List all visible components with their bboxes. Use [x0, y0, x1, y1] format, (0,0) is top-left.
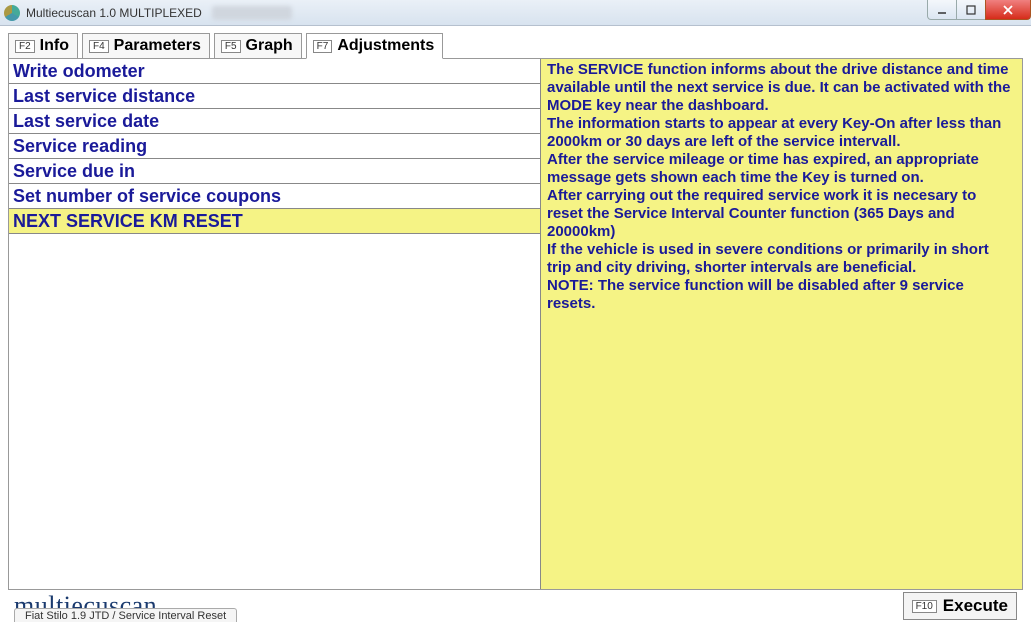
app-window: Multiecuscan 1.0 MULTIPLEXED F2 Info F4 Par… [0, 0, 1031, 624]
adjustment-item[interactable]: Service reading [9, 134, 540, 159]
description-line: After carrying out the required service … [547, 187, 1016, 241]
app-icon [4, 5, 20, 21]
status-tab[interactable]: Fiat Stilo 1.9 JTD / Service Interval Re… [14, 608, 237, 622]
tab-label: Adjustments [337, 37, 434, 55]
adjustments-list[interactable]: Write odometerLast service distanceLast … [9, 59, 540, 589]
description-line: If the vehicle is used in severe conditi… [547, 241, 1016, 277]
titlebar[interactable]: Multiecuscan 1.0 MULTIPLEXED [0, 0, 1031, 26]
adjustment-item[interactable]: Write odometer [9, 59, 540, 84]
tab-label: Parameters [114, 37, 201, 55]
window-controls [928, 0, 1031, 20]
adjustment-item[interactable]: Service due in [9, 159, 540, 184]
execute-fkey: F10 [912, 600, 937, 613]
description-line: The information starts to appear at ever… [547, 115, 1016, 151]
fkey-badge: F5 [221, 40, 241, 53]
tab-label: Info [40, 37, 69, 55]
status-bar: Fiat Stilo 1.9 JTD / Service Interval Re… [14, 606, 237, 624]
fkey-badge: F4 [89, 40, 109, 53]
maximize-button[interactable] [956, 0, 986, 20]
maximize-icon [965, 4, 977, 16]
minimize-icon [936, 4, 948, 16]
tab-info[interactable]: F2 Info [8, 33, 78, 59]
adjustment-item[interactable]: Last service distance [9, 84, 540, 109]
adjustment-item[interactable]: Last service date [9, 109, 540, 134]
tab-adjustments[interactable]: F7 Adjustments [306, 33, 444, 59]
execute-label: Execute [943, 596, 1008, 616]
fkey-badge: F2 [15, 40, 35, 53]
tab-graph[interactable]: F5 Graph [214, 33, 302, 59]
main-content: Write odometerLast service distanceLast … [8, 58, 1023, 590]
adjustment-item[interactable]: NEXT SERVICE KM RESET [9, 209, 540, 234]
client-area: F2 Info F4 Parameters F5 Graph F7 Adjustments W… [0, 26, 1031, 624]
tab-strip: F2 Info F4 Parameters F5 Graph F7 Adjustments [8, 32, 1023, 58]
minimize-button[interactable] [927, 0, 957, 20]
execute-button[interactable]: F10 Execute [903, 592, 1017, 620]
description-line: The SERVICE function informs about the d… [547, 61, 1016, 115]
window-title: Multiecuscan 1.0 MULTIPLEXED [26, 6, 202, 20]
tab-parameters[interactable]: F4 Parameters [82, 33, 210, 59]
description-line: NOTE: The service function will be disab… [547, 277, 1016, 313]
tab-label: Graph [246, 37, 293, 55]
close-icon [1002, 4, 1014, 16]
description-line: After the service mileage or time has ex… [547, 151, 1016, 187]
adjustments-list-pane: Write odometerLast service distanceLast … [9, 59, 541, 589]
fkey-badge: F7 [313, 40, 333, 53]
description-pane: The SERVICE function informs about the d… [541, 59, 1022, 589]
adjustment-item[interactable]: Set number of service coupons [9, 184, 540, 209]
title-extra-blurred [212, 6, 292, 20]
close-button[interactable] [985, 0, 1031, 20]
